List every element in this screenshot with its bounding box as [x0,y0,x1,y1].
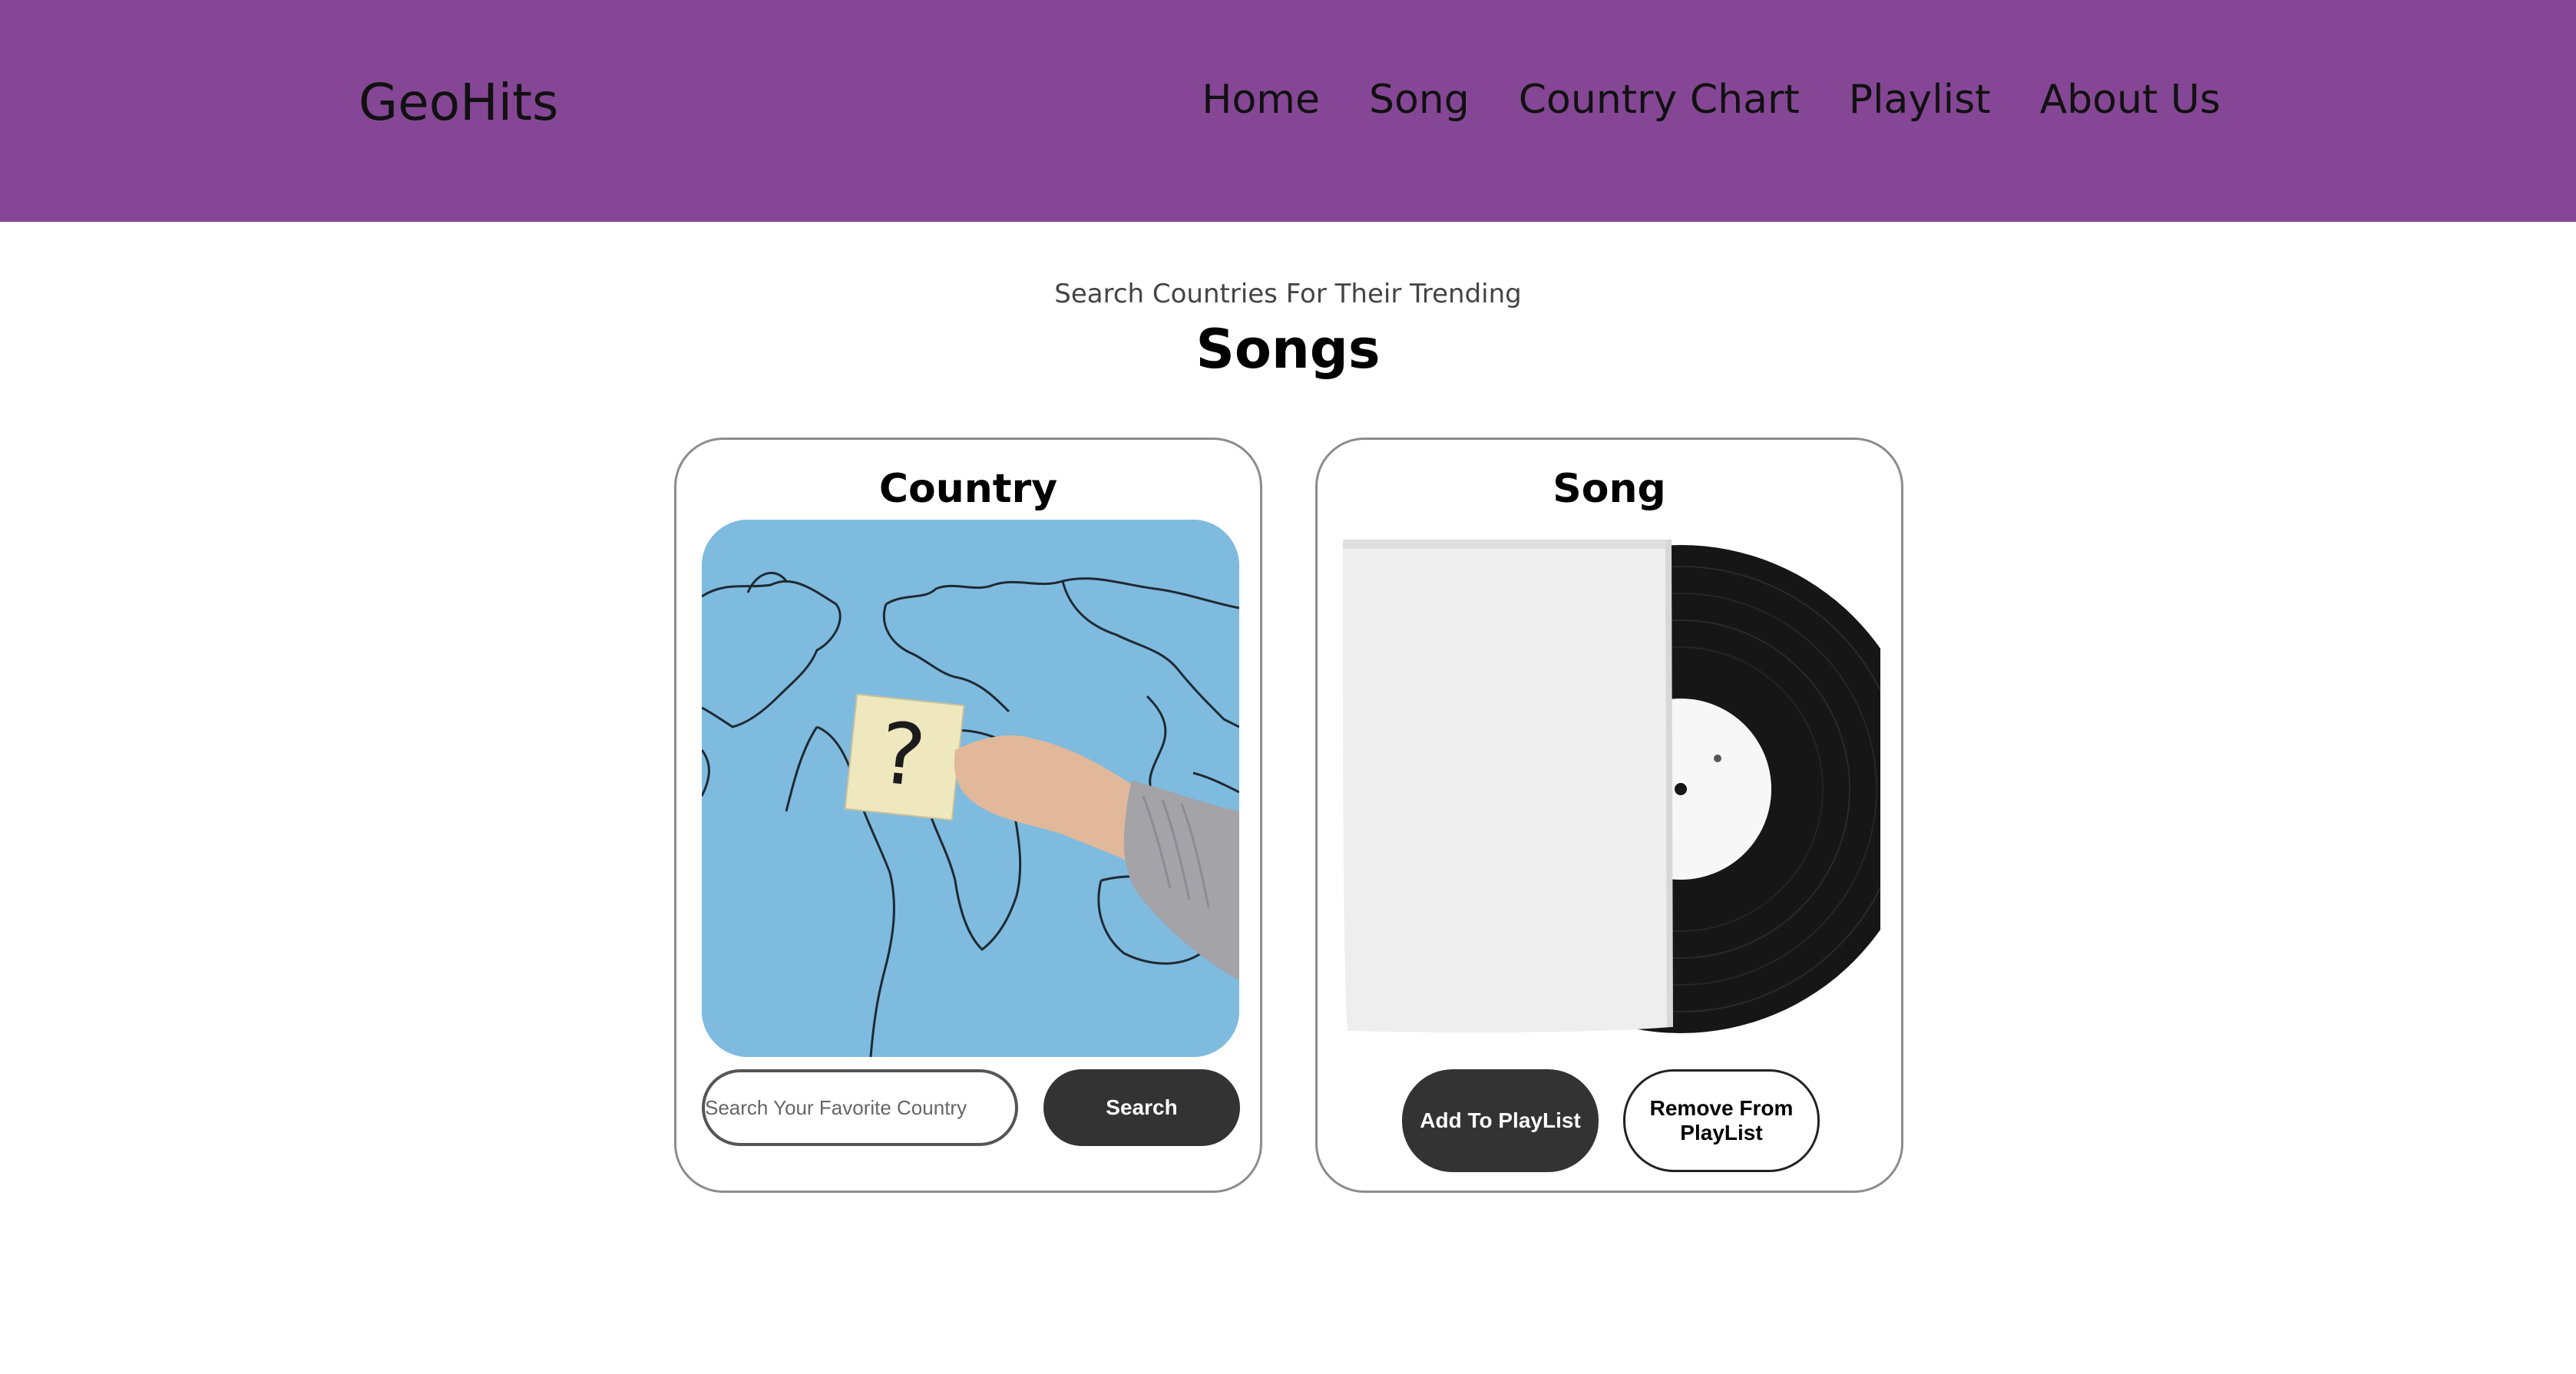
add-to-playlist-button[interactable]: Add To PlayList [1402,1069,1599,1172]
nav-link-playlist[interactable]: Playlist [1849,77,1991,123]
nav-link-song[interactable]: Song [1369,77,1470,123]
world-map-question-icon: ? [702,520,1239,1057]
vinyl-record-icon [1343,540,1880,1039]
country-card-title: Country [878,466,1058,512]
song-card-title: Song [1553,466,1666,512]
country-search-input[interactable] [702,1069,1018,1146]
nav-link-country-chart[interactable]: Country Chart [1519,77,1800,123]
navbar: GeoHits Home Song Country Chart Playlist… [0,0,2576,222]
remove-from-playlist-button[interactable]: Remove From PlayList [1623,1069,1820,1172]
hero-subtitle: Search Countries For Their Trending [1054,279,1522,309]
hero-heading: Songs [1195,318,1381,381]
brand-logo[interactable]: GeoHits [359,73,558,132]
search-button[interactable]: Search [1043,1069,1240,1146]
nav-link-about-us[interactable]: About Us [2040,77,2221,123]
country-card: Country ? Search Your Favorite Country S… [674,438,1262,1193]
song-card: Song Add To PlayList Remove From PlayLis… [1315,438,1903,1193]
nav-links: Home Song Country Chart Playlist About U… [1202,77,2221,123]
nav-link-home[interactable]: Home [1202,77,1320,123]
